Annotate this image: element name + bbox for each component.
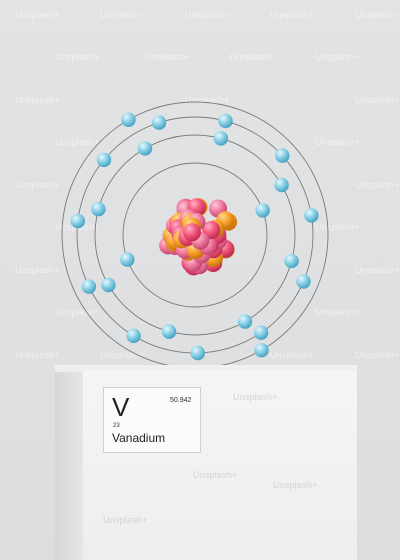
electron: [161, 324, 177, 339]
watermark: Unsplash+: [103, 515, 148, 525]
watermark: Unsplash+: [193, 470, 238, 480]
electron: [126, 328, 141, 343]
electron: [121, 112, 136, 128]
electron: [96, 152, 112, 168]
electron: [70, 213, 86, 229]
element-name: Vanadium: [112, 431, 166, 445]
nucleon: [183, 223, 201, 242]
element-symbol: V: [112, 392, 130, 422]
pedestal-side: [55, 372, 83, 560]
electron: [253, 325, 269, 340]
electron: [81, 279, 97, 294]
nucleus: [159, 198, 238, 276]
element-atomic-number: 23: [113, 423, 120, 429]
electron: [274, 177, 289, 193]
electron: [213, 131, 229, 146]
electron: [275, 148, 290, 163]
electron: [237, 314, 253, 329]
electron: [304, 208, 319, 223]
watermark: Unsplash+: [233, 392, 278, 402]
scene: Unsplash+ Unsplash+ Unsplash+ Unsplash+ …: [0, 0, 400, 560]
electron: [120, 252, 135, 267]
element-atomic-mass: 50.942: [170, 397, 192, 404]
electron: [218, 113, 233, 129]
atom-model: [61, 101, 329, 369]
electron: [101, 277, 116, 293]
element-card: V 50.942 23 Vanadium: [103, 387, 201, 453]
electron: [137, 141, 153, 156]
electron: [255, 203, 270, 218]
electron: [91, 201, 106, 217]
electron: [254, 343, 269, 358]
electron: [190, 345, 205, 361]
watermark: Unsplash+: [273, 480, 318, 490]
electron: [284, 253, 299, 269]
electron: [296, 274, 311, 289]
electron: [151, 115, 167, 130]
